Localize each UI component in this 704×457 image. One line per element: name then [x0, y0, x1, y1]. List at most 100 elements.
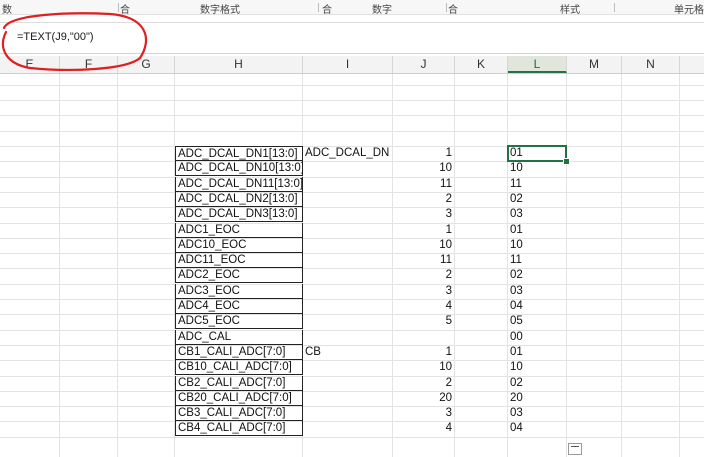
cell-l-formatted[interactable]: 00	[508, 330, 567, 345]
spreadsheet-grid[interactable]: ADC_DCAL_DN1[13:0] ADC_DCAL_DN 1 01 ADC_DCAL…	[0, 74, 704, 457]
cell-l-formatted[interactable]: 11	[508, 253, 567, 268]
cell-h-register-name[interactable]: CB10_CALI_ADC[7:0]	[175, 360, 303, 375]
grid-row-line	[0, 391, 704, 392]
cell-h-register-name[interactable]: ADC11_EOC	[175, 253, 303, 268]
fill-handle[interactable]	[563, 158, 570, 165]
cell-j-index[interactable]: 2	[393, 268, 455, 283]
cell-l-formatted[interactable]: 03	[508, 284, 567, 299]
ribbon-label: 合	[120, 5, 130, 15]
cell-l-formatted[interactable]: 11	[508, 177, 567, 192]
grid-row-line	[0, 177, 704, 178]
column-header-m[interactable]: M	[567, 56, 622, 73]
cell-j-index[interactable]: 1	[393, 146, 455, 161]
column-header-j[interactable]: J	[393, 56, 455, 73]
column-header-h[interactable]: H	[175, 56, 303, 73]
ribbon-label: 数字格式	[200, 5, 240, 15]
grid-row-line	[0, 85, 704, 86]
cell-h-register-name[interactable]: ADC_CAL	[175, 330, 303, 345]
grid-row-line	[0, 253, 704, 254]
cell-l-formatted[interactable]: 04	[508, 421, 567, 436]
cell-j-index[interactable]: 11	[393, 177, 455, 192]
grid-row-line	[0, 238, 704, 239]
cell-h-register-name[interactable]: ADC_DCAL_DN10[13:0]	[175, 161, 303, 176]
cell-j-index[interactable]: 11	[393, 253, 455, 268]
cell-j-index[interactable]: 1	[393, 345, 455, 360]
cell-l-formatted[interactable]: 01	[508, 223, 567, 238]
grid-row-line	[0, 360, 704, 361]
cell-l-formatted[interactable]: 10	[508, 238, 567, 253]
cell-h-register-name[interactable]: ADC_DCAL_DN11[13:0]	[175, 177, 303, 192]
active-cell-selection[interactable]	[507, 145, 567, 162]
ribbon-label: 合	[448, 5, 458, 15]
cell-j-index[interactable]: 2	[393, 376, 455, 391]
ribbon-label: 单元格	[674, 5, 704, 15]
cell-l-formatted[interactable]: 05	[508, 314, 567, 329]
cell-h-register-name[interactable]: CB2_CALI_ADC[7:0]	[175, 376, 303, 391]
cell-h-register-name[interactable]: ADC3_EOC	[175, 284, 303, 299]
ribbon-label: 数	[2, 5, 12, 15]
column-header-n[interactable]: N	[622, 56, 680, 73]
column-header-i[interactable]: I	[303, 56, 393, 73]
cell-l-formatted[interactable]: 01	[508, 345, 567, 360]
cell-j-index[interactable]: 10	[393, 238, 455, 253]
cell-l-formatted[interactable]: 10	[508, 161, 567, 176]
cell-j-index[interactable]: 10	[393, 161, 455, 176]
ribbon-separator	[118, 3, 119, 12]
ribbon-label: 数字	[372, 5, 392, 15]
cell-h-register-name[interactable]: ADC2_EOC	[175, 268, 303, 283]
cell-j-index[interactable]: 4	[393, 421, 455, 436]
cell-j-index[interactable]: 4	[393, 299, 455, 314]
formula-text[interactable]: =TEXT(J9,"00")	[17, 31, 94, 43]
cell-l-formatted[interactable]: 02	[508, 192, 567, 207]
cell-j-index[interactable]: 3	[393, 207, 455, 222]
grid-row-line	[0, 330, 704, 331]
cell-l-formatted[interactable]: 03	[508, 406, 567, 421]
grid-row-line	[0, 421, 704, 422]
cell-j-index[interactable]: 20	[393, 391, 455, 406]
cell-i-group[interactable]: ADC_DCAL_DN	[303, 146, 393, 161]
cell-h-register-name[interactable]: ADC10_EOC	[175, 238, 303, 253]
grid-row-line	[0, 192, 704, 193]
grid-row-line	[0, 223, 704, 224]
cell-j-index[interactable]: 3	[393, 406, 455, 421]
cell-l-formatted[interactable]: 10	[508, 360, 567, 375]
cell-h-register-name[interactable]: CB3_CALI_ADC[7:0]	[175, 406, 303, 421]
cell-h-register-name[interactable]: CB20_CALI_ADC[7:0]	[175, 391, 303, 406]
quick-analysis-icon[interactable]	[568, 443, 582, 455]
grid-row-line	[0, 207, 704, 208]
cell-i-group[interactable]: CB	[303, 345, 393, 360]
cell-h-register-name[interactable]: ADC_DCAL_DN1[13:0]	[175, 146, 303, 161]
cell-h-register-name[interactable]: CB1_CALI_ADC[7:0]	[175, 345, 303, 360]
cell-h-register-name[interactable]: ADC1_EOC	[175, 223, 303, 238]
column-header-f[interactable]: F	[60, 56, 118, 73]
cell-j-index[interactable]: 10	[393, 360, 455, 375]
column-header-e[interactable]: E	[0, 56, 60, 73]
cell-h-register-name[interactable]: CB4_CALI_ADC[7:0]	[175, 421, 303, 436]
grid-row-line	[0, 314, 704, 315]
cell-l-formatted[interactable]: 02	[508, 376, 567, 391]
grid-row-line	[0, 115, 704, 116]
cell-h-register-name[interactable]: ADC_DCAL_DN2[13:0]	[175, 192, 303, 207]
column-header-g[interactable]: G	[118, 56, 175, 73]
cell-h-register-name[interactable]: ADC4_EOC	[175, 299, 303, 314]
cell-l-formatted[interactable]: 03	[508, 207, 567, 222]
cell-l-formatted[interactable]: 02	[508, 268, 567, 283]
cell-j-index[interactable]: 1	[393, 223, 455, 238]
cell-j-index[interactable]: 2	[393, 192, 455, 207]
column-header-l[interactable]: L	[508, 56, 567, 73]
ribbon-strip: 数 合 数字格式 合 数字 合 样式 单元格	[0, 0, 704, 15]
formula-bar[interactable]: =TEXT(J9,"00")	[0, 22, 704, 54]
ribbon-separator	[446, 3, 447, 12]
cell-j-index[interactable]: 5	[393, 314, 455, 329]
cell-h-register-name[interactable]: ADC5_EOC	[175, 314, 303, 329]
grid-row-line	[0, 161, 704, 162]
cell-l-formatted[interactable]: 04	[508, 299, 567, 314]
ribbon-separator	[318, 3, 319, 12]
cell-h-register-name[interactable]: ADC_DCAL_DN3[13:0]	[175, 207, 303, 222]
ribbon-separator	[614, 3, 615, 12]
column-header-k[interactable]: K	[455, 56, 508, 73]
cell-l-formatted[interactable]: 20	[508, 391, 567, 406]
cell-j-index[interactable]: 3	[393, 284, 455, 299]
grid-row-line	[0, 299, 704, 300]
grid-row-line	[0, 437, 704, 438]
